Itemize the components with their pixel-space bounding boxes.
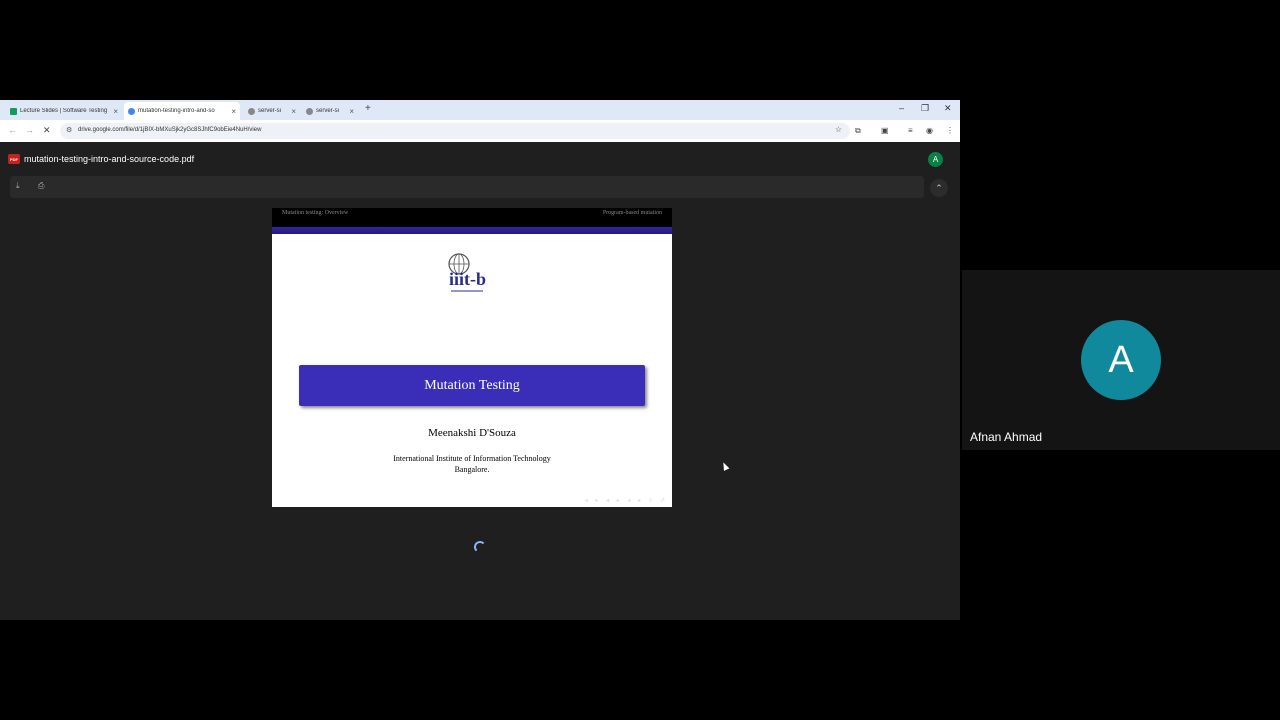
slide-section-left: Mutation testing: Overview: [282, 210, 349, 216]
slide-section-right: Program-based mutation: [602, 210, 662, 216]
pdf-page: Mutation testing: Overview Program-based…: [272, 208, 672, 507]
iiitb-logo: iiit-b: [448, 253, 486, 292]
bookmark-star-icon[interactable]: ☆: [835, 125, 842, 134]
minimize-icon[interactable]: –: [899, 103, 904, 113]
new-tab-button[interactable]: +: [365, 103, 371, 114]
url-text: drive.google.com/file/d/1jBIX-bMXuSjk2yG…: [78, 127, 262, 133]
mouse-cursor-icon: [720, 461, 730, 471]
shared-screen: Lecture Slides | Software Testing × muta…: [0, 0, 960, 720]
drive-icon: [128, 107, 135, 115]
menu-icon[interactable]: ⋮: [946, 126, 954, 135]
browser-window: Lecture Slides | Software Testing × muta…: [0, 100, 960, 620]
download-icon[interactable]: ⤓: [16, 181, 20, 191]
tab-lecture-slides[interactable]: Lecture Slides | Software Testing ×: [6, 102, 122, 120]
browser-toolbar: ← → ✕ ⚙ drive.google.com/file/d/1jBIX-bM…: [0, 120, 960, 142]
participant-tile[interactable]: A Afnan Ahmad: [962, 270, 1280, 450]
slide-title: Mutation Testing: [424, 377, 520, 393]
pdf-toolbar: ⤓ ⎙: [10, 176, 924, 198]
loading-spinner-icon: [474, 541, 486, 553]
profile-icon[interactable]: ◉: [926, 126, 933, 135]
slide-header: Mutation testing: Overview Program-based…: [272, 208, 672, 227]
tab-strip: Lecture Slides | Software Testing × muta…: [0, 100, 960, 120]
pdf-file-icon: PDF: [8, 154, 20, 164]
globe-icon: [306, 107, 313, 115]
collapse-toolbar-button[interactable]: ⌃: [930, 179, 948, 197]
slide-institute-city: Bangalore.: [454, 465, 490, 474]
media-icon[interactable]: ≡: [908, 126, 913, 135]
close-icon[interactable]: ×: [113, 107, 118, 116]
slide-author: Meenakshi D'Souza: [428, 427, 516, 439]
beamer-nav-icons: ◂ ▸ ◂ ▸ ◂ ▸ ≡ ↺: [584, 498, 668, 504]
address-bar[interactable]: ⚙ drive.google.com/file/d/1jBIX-bMXuSjk2…: [60, 123, 850, 139]
close-window-icon[interactable]: ✕: [944, 103, 952, 114]
chevron-up-icon: ⌃: [935, 182, 943, 193]
cast-icon[interactable]: ▣: [881, 126, 889, 135]
tab-server-1[interactable]: server-si ×: [244, 102, 300, 120]
site-info-icon[interactable]: ⚙: [66, 126, 72, 134]
sheets-icon: [10, 107, 17, 115]
forward-icon[interactable]: →: [25, 125, 34, 135]
slide-institute: International Institute of Information T…: [393, 454, 551, 463]
close-icon[interactable]: ×: [349, 107, 354, 116]
tab-server-2[interactable]: server-si ×: [302, 102, 358, 120]
tab-mutation-testing[interactable]: mutation-testing-intro-and-so ×: [124, 102, 240, 120]
print-icon[interactable]: ⎙: [38, 181, 44, 191]
svg-text:iiit-b: iiit-b: [449, 269, 486, 289]
restore-icon[interactable]: ❐: [921, 103, 929, 114]
close-icon[interactable]: ×: [231, 107, 236, 116]
extensions-icon[interactable]: ⧉: [855, 126, 861, 136]
stop-loading-icon[interactable]: ✕: [43, 125, 51, 136]
close-icon[interactable]: ×: [291, 107, 296, 116]
back-icon[interactable]: ←: [8, 125, 17, 135]
participant-name: Afnan Ahmad: [970, 430, 1043, 444]
pdf-file-name: mutation-testing-intro-and-source-code.p…: [24, 154, 195, 164]
slide-header-bar: [272, 227, 672, 234]
participant-avatar: A: [1081, 320, 1161, 400]
globe-icon: [248, 107, 255, 115]
account-avatar[interactable]: A: [928, 152, 943, 167]
slide-title-box: Mutation Testing: [299, 365, 645, 406]
pdf-header: PDF mutation-testing-intro-and-source-co…: [0, 142, 960, 176]
